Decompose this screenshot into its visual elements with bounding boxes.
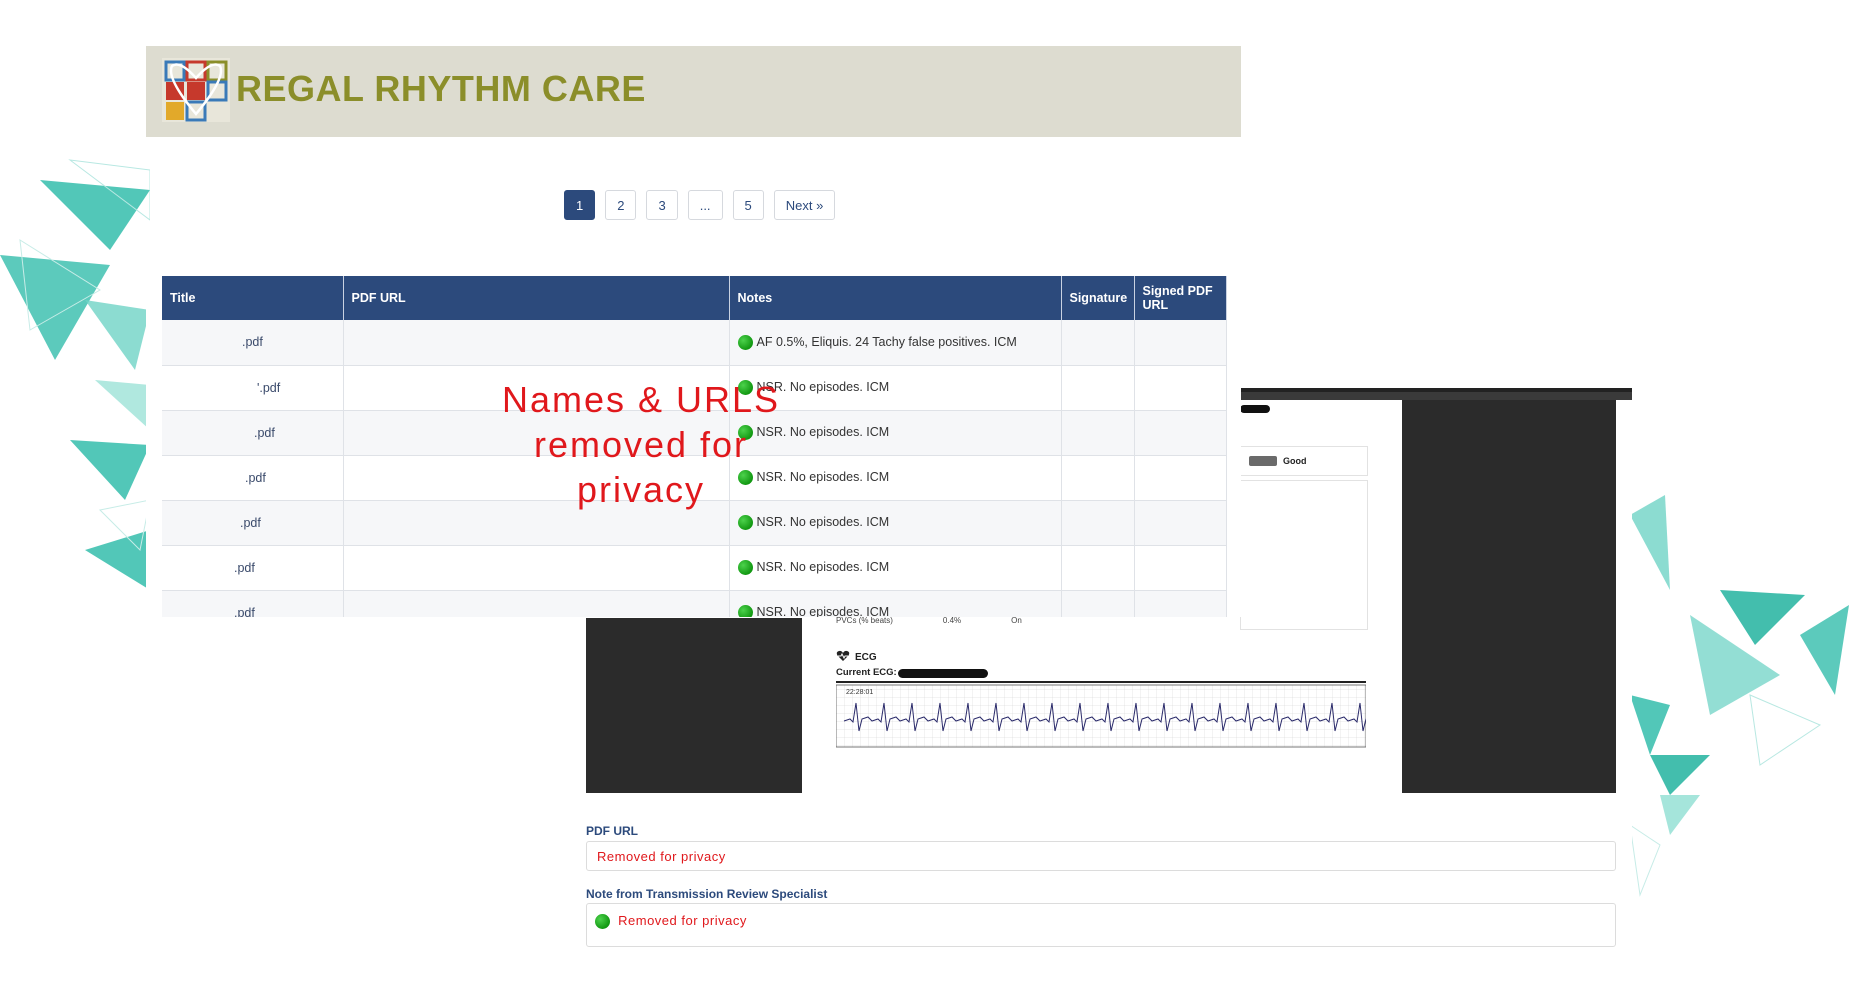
- redacted-block-left: [586, 618, 802, 793]
- row-title-link[interactable]: '.pdf: [162, 365, 344, 411]
- decorative-triangles-right: [1630, 495, 1849, 905]
- battery-icon: [1249, 456, 1277, 466]
- status-green-dot-icon: [595, 914, 610, 930]
- row-signed-pdf-url[interactable]: [1134, 455, 1227, 501]
- ecg-heading: ECG: [836, 650, 877, 665]
- row-signed-pdf-url[interactable]: [1134, 410, 1227, 456]
- row-pdf-url[interactable]: [343, 590, 730, 617]
- row-title-link[interactable]: .pdf: [162, 455, 344, 501]
- row-signed-pdf-url[interactable]: [1134, 320, 1227, 366]
- column-header-signature[interactable]: Signature: [1061, 276, 1135, 320]
- column-header-signed-pdf-url[interactable]: Signed PDF URL: [1134, 276, 1227, 320]
- row-title-link[interactable]: .pdf: [162, 590, 344, 617]
- row-signature[interactable]: [1061, 365, 1135, 411]
- row-pdf-url[interactable]: [343, 545, 730, 591]
- ecg-current-label: Current ECG:: [836, 667, 897, 678]
- table-row[interactable]: .pdf AF 0.5%, Eliquis. 24 Tachy false pos…: [162, 320, 1227, 366]
- ecg-heading-label: ECG: [855, 652, 877, 663]
- decorative-triangles-left: [0, 150, 150, 620]
- pdf-url-field[interactable]: Removed for privacy: [586, 841, 1616, 871]
- status-green-dot-icon: [737, 515, 753, 531]
- ecg-strip: 22:28:01: [835, 681, 1377, 751]
- row-note-text: AF 0.5%, Eliquis. 24 Tachy false positiv…: [756, 334, 1017, 349]
- pvc-state: On: [1011, 616, 1022, 625]
- row-title-link[interactable]: .pdf: [162, 545, 344, 591]
- row-pdf-url[interactable]: [343, 320, 730, 366]
- pdf-url-label: PDF URL: [586, 824, 638, 838]
- row-signature[interactable]: [1061, 590, 1135, 617]
- page-ellipsis: ...: [687, 190, 723, 220]
- review-note-label: Note from Transmission Review Specialist: [586, 887, 828, 901]
- row-signed-pdf-url[interactable]: [1134, 365, 1227, 411]
- privacy-overlay-text: Names & URLS removed for privacy: [501, 379, 781, 510]
- battery-status: Good: [1240, 446, 1368, 476]
- brand-banner: REGAL RHYTHM CARE: [146, 46, 1241, 137]
- table-row[interactable]: .pdf NSR. No episodes. ICM: [162, 590, 1227, 617]
- device-info-box: [1240, 480, 1368, 630]
- row-signed-pdf-url[interactable]: [1134, 545, 1227, 591]
- redacted-block-right: [1402, 400, 1616, 793]
- page-5-button[interactable]: 5: [732, 190, 764, 220]
- redaction-bar: [898, 669, 988, 678]
- row-signature[interactable]: [1061, 455, 1135, 501]
- row-notes: AF 0.5%, Eliquis. 24 Tachy false positiv…: [729, 320, 1062, 366]
- brand-name: REGAL RHYTHM CARE: [236, 68, 646, 109]
- table-row[interactable]: .pdf NSR. No episodes. ICM: [162, 545, 1227, 591]
- row-signature[interactable]: [1061, 500, 1135, 546]
- row-title-link[interactable]: .pdf: [162, 410, 344, 456]
- row-title-link[interactable]: .pdf: [162, 320, 344, 366]
- row-note-text: NSR. No episodes. ICM: [756, 604, 890, 617]
- row-note-text: NSR. No episodes. ICM: [756, 514, 890, 529]
- pvc-label: PVCs (% beats): [836, 616, 893, 625]
- next-page-button[interactable]: Next »: [773, 190, 836, 220]
- column-header-notes[interactable]: Notes: [729, 276, 1062, 320]
- status-green-dot-icon: [737, 560, 753, 576]
- ecg-timestamp: 22:28:01: [846, 689, 873, 696]
- battery-status-label: Good: [1283, 456, 1307, 466]
- report-top-bar-shade: [1240, 392, 1632, 400]
- pvc-row: PVCs (% beats) 0.4% On: [836, 616, 1022, 625]
- status-green-dot-icon: [737, 605, 753, 617]
- reports-table-panel: Title PDF URL Notes Signature Signed PDF…: [146, 272, 1241, 617]
- column-header-title[interactable]: Title: [162, 276, 344, 320]
- row-notes: NSR. No episodes. ICM: [729, 545, 1062, 591]
- row-signature[interactable]: [1061, 545, 1135, 591]
- status-green-dot-icon: [737, 334, 753, 350]
- pagination: 1 2 3 ... 5 Next »: [564, 190, 836, 220]
- heart-pulse-icon: [836, 650, 850, 665]
- page-1-button[interactable]: 1: [564, 190, 596, 220]
- page-3-button[interactable]: 3: [646, 190, 678, 220]
- brand-logo-icon: [160, 56, 232, 124]
- page-2-button[interactable]: 2: [605, 190, 637, 220]
- review-note-value: Removed for privacy: [618, 913, 747, 928]
- review-note-field[interactable]: Removed for privacy: [586, 903, 1616, 947]
- row-signature[interactable]: [1061, 320, 1135, 366]
- column-header-pdf-url[interactable]: PDF URL: [343, 276, 730, 320]
- row-title-link[interactable]: .pdf: [162, 500, 344, 546]
- row-signature[interactable]: [1061, 410, 1135, 456]
- row-note-text: NSR. No episodes. ICM: [756, 559, 890, 574]
- row-notes: NSR. No episodes. ICM: [729, 590, 1062, 617]
- table-header-row: Title PDF URL Notes Signature Signed PDF…: [162, 276, 1227, 320]
- row-signed-pdf-url[interactable]: [1134, 500, 1227, 546]
- row-signed-pdf-url[interactable]: [1134, 590, 1227, 617]
- pvc-value: 0.4%: [942, 616, 962, 625]
- redaction-bar: [1240, 405, 1270, 413]
